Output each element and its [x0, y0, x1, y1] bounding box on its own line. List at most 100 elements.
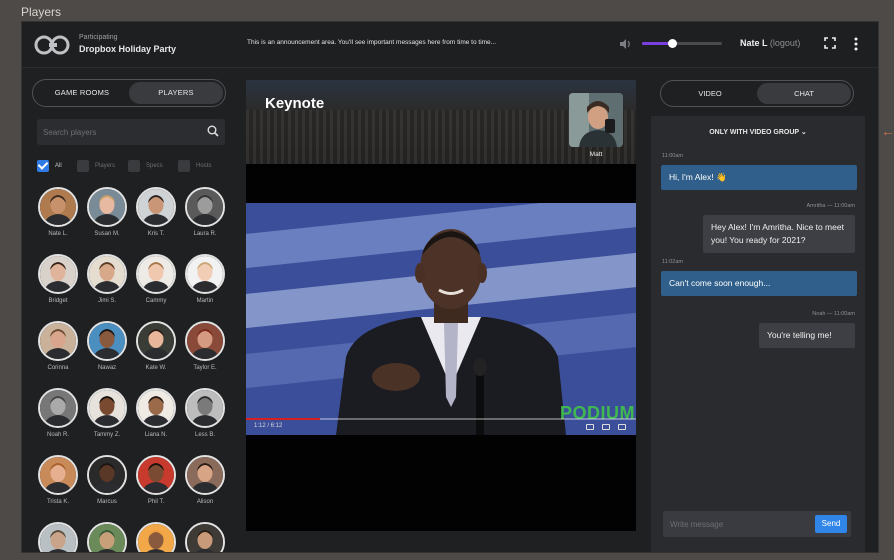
player-card[interactable] [34, 522, 82, 552]
player-card[interactable]: Kate W. [132, 321, 180, 371]
avatar [87, 388, 127, 428]
chat-channel-label: ONLY WITH VIDEO GROUP [709, 129, 799, 136]
filter-specs[interactable]: Specs [128, 159, 163, 173]
filter-players[interactable]: Players [77, 159, 115, 173]
volume-slider[interactable] [642, 39, 722, 48]
avatar [38, 321, 78, 361]
player-card[interactable]: Marcus [83, 455, 131, 505]
player-card[interactable]: Nawaz [83, 321, 131, 371]
player-card[interactable]: Susan M. [83, 187, 131, 237]
avatar [185, 321, 225, 361]
filter-hosts[interactable]: Hosts [178, 159, 211, 173]
avatar-image [138, 390, 174, 426]
chat-channel-selector[interactable]: ONLY WITH VIDEO GROUP ⌄ [651, 128, 865, 136]
message-input[interactable] [663, 511, 813, 537]
filter-hosts-checkbox[interactable] [178, 160, 190, 172]
filter-all[interactable]: All [37, 159, 62, 173]
more-options-icon[interactable] [852, 36, 860, 52]
stage-title: Keynote [265, 95, 325, 112]
avatar [87, 455, 127, 495]
send-button[interactable]: Send [815, 515, 847, 533]
avatar-image [187, 524, 223, 552]
player-card[interactable]: Nate L. [34, 187, 82, 237]
player-card[interactable]: Kris T. [132, 187, 180, 237]
filter-hosts-label: Hosts [196, 163, 212, 169]
player-card[interactable] [132, 522, 180, 552]
player-card[interactable]: Taylor E. [181, 321, 229, 371]
player-card[interactable]: Less B. [181, 388, 229, 438]
avatar-image [187, 323, 223, 359]
arrow-left-icon: ← [881, 123, 894, 139]
filter-players-checkbox[interactable] [77, 160, 89, 172]
avatar-image [40, 256, 76, 292]
player-card[interactable]: Laura R. [181, 187, 229, 237]
player-name: Bridget [48, 298, 68, 304]
fullscreen-icon[interactable] [824, 37, 836, 49]
player-name: Cammy [145, 298, 167, 304]
avatar-image [187, 256, 223, 292]
video-progress-bar[interactable] [246, 418, 636, 420]
podium-watermark: PODIUM [560, 403, 635, 423]
avatar-image [89, 189, 125, 225]
volume-icon[interactable] [618, 37, 632, 51]
logout-link[interactable]: (logout) [770, 38, 801, 48]
avatar [136, 522, 176, 552]
avatar-image [40, 524, 76, 552]
infinity-logo-icon[interactable] [34, 34, 70, 56]
chat-message-incoming: Can't come soon enough... [661, 271, 857, 296]
filter-all-checkbox[interactable] [37, 160, 49, 172]
player-card[interactable]: Trista K. [34, 455, 82, 505]
avatar [136, 388, 176, 428]
settings-icon[interactable] [602, 424, 610, 430]
player-name: Less B. [194, 432, 215, 438]
players-grid: Nate L. Susan M. Kris T. Laura R. Bridget Jim… [34, 187, 234, 552]
player-card[interactable]: Liana N. [132, 388, 180, 438]
video-player[interactable]: PODIUM 1:12 / 6:12 [246, 203, 636, 435]
player-name: Corinna [47, 365, 69, 371]
player-name: Jimi S. [98, 298, 116, 304]
volume-slider-handle[interactable] [668, 39, 678, 48]
announcement-text: This is an announcement area. You'll see… [247, 39, 497, 46]
participant-video-tile[interactable] [569, 93, 623, 147]
player-card[interactable]: Cammy [132, 254, 180, 304]
player-card[interactable]: Jimi S. [83, 254, 131, 304]
message-meta: Noah — 11:00am [812, 311, 855, 317]
stage-area: Keynote Matt PODIUM 1:12 / 6:12 [246, 80, 636, 531]
tab-video[interactable]: VIDEO [663, 83, 757, 104]
player-name: Noah R. [46, 432, 69, 438]
avatar-image [89, 323, 125, 359]
tab-game-rooms[interactable]: GAME ROOMS [35, 82, 129, 104]
tab-chat[interactable]: CHAT [757, 83, 851, 104]
player-card[interactable]: Noah R. [34, 388, 82, 438]
player-card[interactable]: Alison [181, 455, 229, 505]
avatar-image [89, 256, 125, 292]
player-card[interactable]: Corinna [34, 321, 82, 371]
player-name: Tammy Z. [93, 432, 121, 438]
player-name: Kris T. [147, 231, 165, 237]
participant-name: Matt [589, 151, 603, 158]
search-icon[interactable] [207, 125, 219, 137]
avatar-image [40, 323, 76, 359]
chat-panel: VIDEO CHAT ONLY WITH VIDEO GROUP ⌄ 11:00… [648, 69, 878, 552]
player-card[interactable] [83, 522, 131, 552]
avatar [87, 522, 127, 552]
fullscreen-video-icon[interactable] [618, 424, 626, 430]
player-card[interactable]: Bridget [34, 254, 82, 304]
chat-message-outgoing: You're telling me! [759, 323, 855, 348]
tab-players[interactable]: PLAYERS [129, 82, 223, 104]
player-name: Nawaz [97, 365, 117, 371]
player-card[interactable]: Phil T. [132, 455, 180, 505]
captions-icon[interactable] [586, 424, 594, 430]
chat-box: ONLY WITH VIDEO GROUP ⌄ 11:00am Hi, I'm … [651, 116, 865, 552]
player-card[interactable]: Martin [181, 254, 229, 304]
avatar [38, 254, 78, 294]
player-name: Alison [196, 499, 214, 505]
avatar-image [40, 189, 76, 225]
player-card[interactable]: Tammy Z. [83, 388, 131, 438]
keynote-banner: Keynote Matt [246, 80, 636, 164]
avatar [136, 254, 176, 294]
filter-specs-checkbox[interactable] [128, 160, 140, 172]
player-card[interactable] [181, 522, 229, 552]
search-players-input[interactable] [37, 119, 225, 145]
avatar-image [40, 457, 76, 493]
